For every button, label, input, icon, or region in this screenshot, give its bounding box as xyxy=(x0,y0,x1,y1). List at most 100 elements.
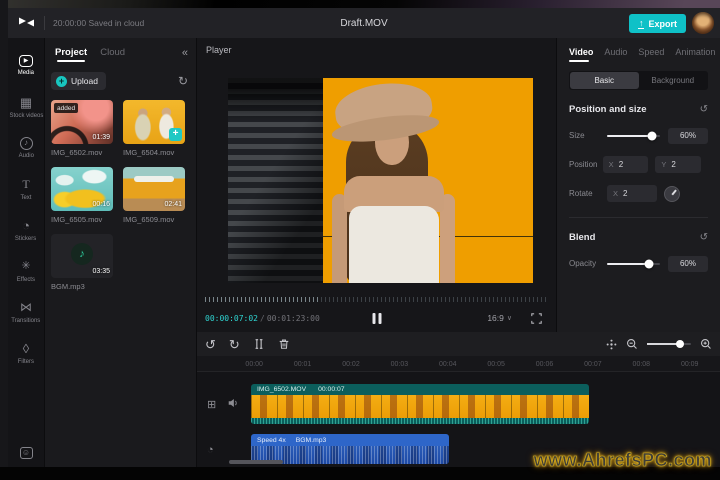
transitions-icon xyxy=(19,300,34,315)
media-item[interactable]: ♪ added 01:39 + IMG_6502.mov xyxy=(51,100,113,157)
media-item[interactable]: ♪ 00:16 + IMG_6505.mov xyxy=(51,167,113,224)
player-panel: Player 00:00:07:02/00:01:23:00 16:9 ∨ xyxy=(196,38,556,332)
duration-label: 03:35 xyxy=(92,268,110,275)
reset-icon[interactable]: ↺ xyxy=(700,232,708,243)
size-slider[interactable] xyxy=(607,135,660,137)
size-value[interactable]: 60% xyxy=(668,128,708,144)
slider-handle[interactable] xyxy=(645,259,654,268)
media-panel-tabs: Project Cloud « xyxy=(45,38,196,68)
ruler-tick: 00:05 xyxy=(472,361,520,368)
ruler-tick: 00:00 xyxy=(230,361,278,368)
magnet-snap-icon[interactable] xyxy=(606,339,617,350)
clip-duration: 00:00:07 xyxy=(318,386,344,393)
opacity-value[interactable]: 60% xyxy=(668,256,708,272)
fullscreen-icon[interactable] xyxy=(531,313,542,324)
avatar[interactable] xyxy=(692,12,714,34)
upload-arrow-icon: ↑ xyxy=(638,19,645,29)
sidebar-item-label: Text xyxy=(21,194,32,200)
sidebar-item[interactable]: Stickers xyxy=(8,209,44,250)
audio-track-icon[interactable]: ◔ xyxy=(207,444,214,456)
video-preview[interactable] xyxy=(228,78,533,283)
media-tab[interactable]: Project xyxy=(55,47,87,62)
reset-icon[interactable]: ↺ xyxy=(700,104,708,115)
slider-handle[interactable] xyxy=(676,340,684,348)
sidebar-item-label: Stickers xyxy=(15,235,36,241)
current-timecode: 00:00:07:02 xyxy=(205,314,258,323)
inspector-tab[interactable]: Speed xyxy=(638,47,664,62)
media-item[interactable]: ♪ 02:41 + IMG_6509.mov xyxy=(123,167,185,224)
inspector-tab[interactable]: Audio xyxy=(604,47,627,62)
aspect-ratio-dropdown[interactable]: 16:9 ∨ xyxy=(487,313,512,323)
delete-icon[interactable] xyxy=(278,338,290,350)
blend-title: Blend xyxy=(569,232,595,243)
sidebar-item[interactable]: Effects xyxy=(8,250,44,291)
rotate-field[interactable]: X 2 xyxy=(607,185,657,202)
sidebar-item[interactable]: Transitions xyxy=(8,291,44,332)
redo-icon[interactable]: ↻ xyxy=(229,338,240,351)
clip-audio-strip xyxy=(251,418,589,424)
media-thumbnail: ♪ 03:35 + xyxy=(51,234,113,278)
media-thumbnail: ♪ + xyxy=(123,100,185,144)
left-sidebar: Media Stock videos Audio Text Stickers xyxy=(8,38,44,467)
media-panel: Project Cloud « + Upload ↻ ♪ added 01:39 xyxy=(44,38,196,467)
header-bar: 20:00:00 Saved in cloud Draft.MOV ↑ Expo… xyxy=(8,8,720,38)
music-note-icon: ♪ xyxy=(71,243,93,265)
collapse-panel-icon[interactable]: « xyxy=(182,47,188,59)
segment-button[interactable]: Basic xyxy=(570,72,639,89)
position-label: Position xyxy=(569,160,603,169)
inspector-tab[interactable]: Video xyxy=(569,47,593,62)
split-icon[interactable] xyxy=(253,338,265,350)
sidebar-item[interactable]: Audio xyxy=(8,127,44,168)
feedback-icon[interactable] xyxy=(20,447,33,459)
slider-handle[interactable] xyxy=(648,131,657,140)
clip-name: IMG_6502.MOV xyxy=(257,386,306,393)
player-seekbar[interactable] xyxy=(205,297,548,302)
clip-filmstrip xyxy=(251,395,589,418)
timeline-zoom-slider[interactable] xyxy=(647,343,691,345)
speaker-icon[interactable] xyxy=(227,397,239,409)
add-to-timeline-button[interactable]: + xyxy=(169,128,182,141)
upload-button[interactable]: + Upload xyxy=(51,72,106,90)
sidebar-item-label: Media xyxy=(18,69,34,75)
sidebar-item[interactable]: Media xyxy=(8,45,44,86)
timeline-ruler[interactable]: 00:00 00:01 00:02 00:03 00:04 00:05 00:0… xyxy=(197,356,720,372)
ruler-tick: 00:03 xyxy=(375,361,423,368)
added-badge: added xyxy=(54,103,78,113)
seek-progress xyxy=(205,297,318,302)
media-thumbnail: ♪ 00:16 + xyxy=(51,167,113,211)
timeline-panel: ↺ ↻ xyxy=(196,332,720,467)
watermark: www.AhrefsPC.com xyxy=(534,450,712,471)
undo-icon[interactable]: ↺ xyxy=(205,338,216,351)
media-filename: IMG_6509.mov xyxy=(123,215,185,224)
export-button[interactable]: ↑ Export xyxy=(629,14,686,33)
opacity-label: Opacity xyxy=(569,259,607,268)
position-x-field[interactable]: X 2 xyxy=(603,156,649,173)
media-item[interactable]: ♪ 03:35 + BGM.mp3 xyxy=(51,234,113,291)
preview-subject-hat xyxy=(332,78,434,137)
segment-button[interactable]: Background xyxy=(639,72,708,89)
media-item[interactable]: ♪ + IMG_6504.mov xyxy=(123,100,185,157)
opacity-slider[interactable] xyxy=(607,263,660,265)
filters-icon xyxy=(19,341,34,356)
inspector-tab[interactable]: Animation xyxy=(675,47,715,62)
preview-blinds xyxy=(228,78,323,283)
pause-button[interactable] xyxy=(372,313,381,324)
sidebar-item[interactable]: Text xyxy=(8,168,44,209)
rotate-dial[interactable] xyxy=(664,186,680,202)
ruler-tick: 00:09 xyxy=(666,361,714,368)
sidebar-item-label: Filters xyxy=(18,358,34,364)
timeline-scrollbar[interactable] xyxy=(229,460,283,464)
ruler-tick: 00:08 xyxy=(617,361,665,368)
sidebar-item[interactable]: Stock videos xyxy=(8,86,44,127)
zoom-out-icon[interactable] xyxy=(626,338,638,350)
basic-background-switch: Basic Background xyxy=(569,71,708,90)
media-filename: BGM.mp3 xyxy=(51,282,113,291)
media-tab[interactable]: Cloud xyxy=(100,47,125,62)
track-options-icon[interactable]: ⊞ xyxy=(207,398,216,411)
zoom-in-icon[interactable] xyxy=(700,338,712,350)
video-clip[interactable]: IMG_6502.MOV 00:00:07 xyxy=(251,384,589,424)
refresh-icon[interactable]: ↻ xyxy=(178,74,188,88)
sidebar-item[interactable]: Filters xyxy=(8,332,44,373)
position-y-field[interactable]: Y 2 xyxy=(655,156,701,173)
duration-label: 01:39 xyxy=(92,134,110,141)
